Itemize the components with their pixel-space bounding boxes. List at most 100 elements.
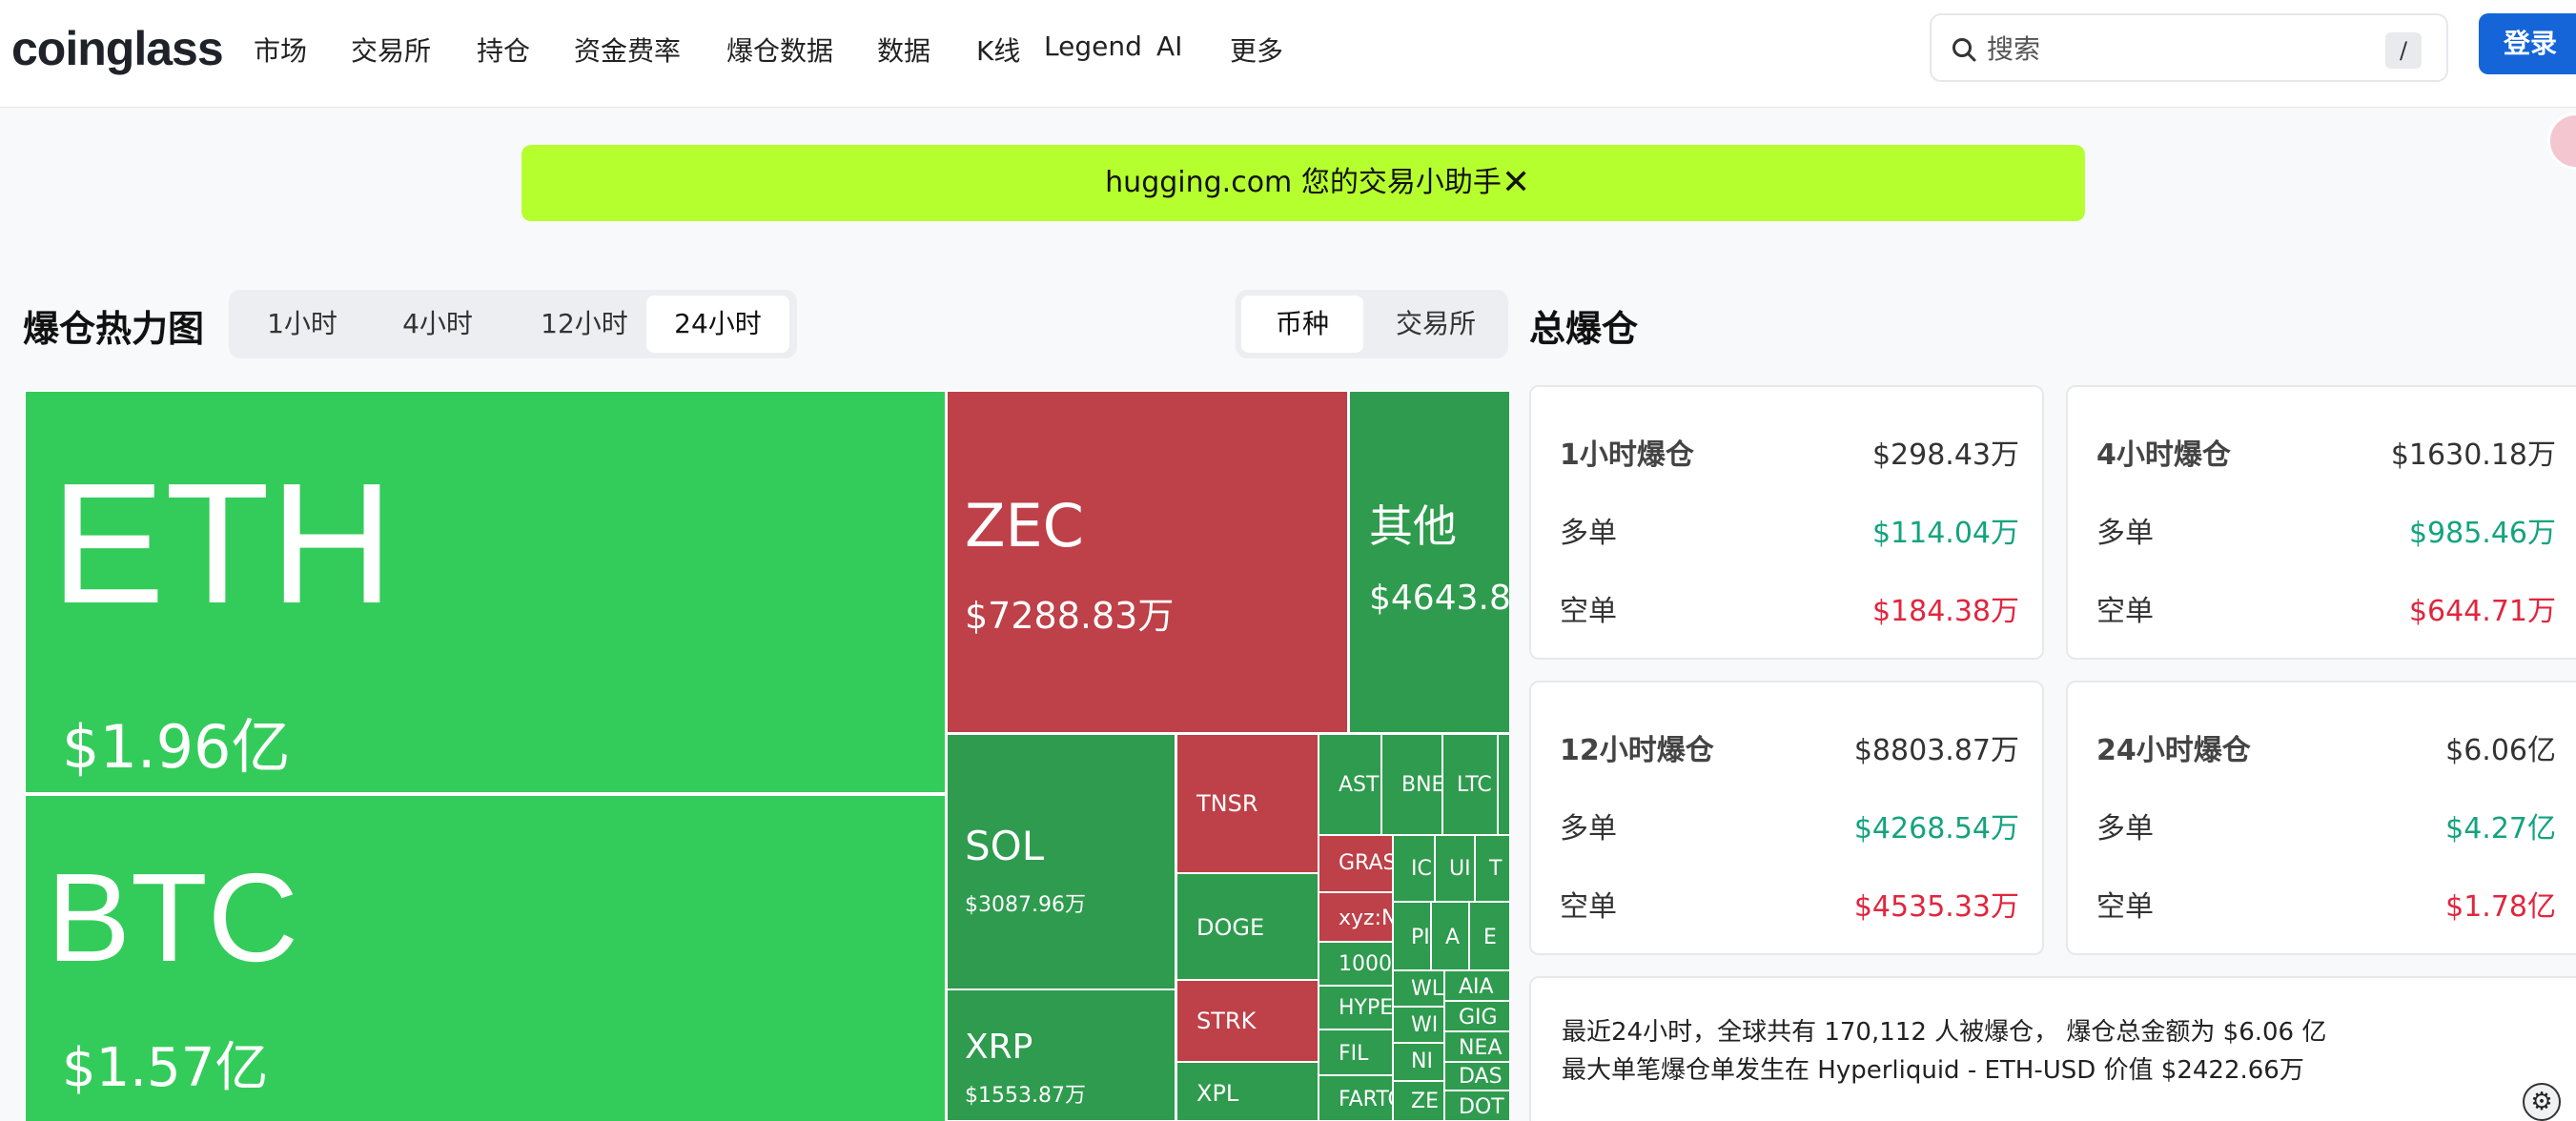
banner-text: hugging.com 您的交易小助手	[1105, 166, 1502, 199]
stat-card-4h: 4小时爆仓 $1630.18万 多单 $985.46万 空单 $644.71万	[2066, 385, 2576, 660]
tab-1h[interactable]: 1小时	[246, 296, 358, 353]
short-label: 空单	[1560, 890, 1617, 924]
nav-item-ai[interactable]: AI	[1156, 31, 1182, 62]
stat-card-12h: 12小时爆仓 $8803.87万 多单 $4268.54万 空单 $4535.33万	[1529, 681, 2044, 955]
nav-item-data[interactable]: 数据	[877, 31, 930, 69]
treemap-tile-small[interactable]	[1497, 733, 1509, 836]
nav-item-kline[interactable]: K线	[976, 31, 1020, 69]
stat-card-total: $6.06亿	[2445, 734, 2556, 767]
long-value: $4268.54万	[1853, 812, 2019, 846]
tile-symbol: HYPE	[1339, 996, 1394, 1020]
tile-symbol: NI	[1411, 1050, 1433, 1073]
treemap-tile-zec[interactable]: ZEC $7288.83万	[946, 390, 1349, 734]
treemap-tile-das[interactable]: DAS	[1443, 1061, 1509, 1091]
tile-symbol: TNSR	[1196, 790, 1258, 817]
treemap-tile-fil[interactable]: FIL	[1318, 1029, 1394, 1076]
long-label: 多单	[1560, 812, 1617, 846]
tile-symbol: DOT	[1459, 1095, 1504, 1119]
treemap-tile-e[interactable]: E	[1468, 901, 1509, 971]
treemap-tile-xrp[interactable]: XRP $1553.87万	[946, 989, 1176, 1121]
group-by-tabs: 币种 交易所	[1236, 290, 1508, 358]
treemap-tile-eth[interactable]: ETH $1.96亿	[24, 390, 947, 794]
tile-symbol: E	[1483, 926, 1497, 949]
treemap-tile-ltc[interactable]: LTC	[1441, 733, 1499, 836]
time-range-tabs: 1小时 4小时 12小时 24小时	[229, 290, 797, 358]
tile-value: $4643.80	[1369, 579, 1509, 618]
long-value: $114.04万	[1871, 517, 2019, 550]
stat-card-label: 24小时爆仓	[2096, 734, 2251, 767]
tab-12h[interactable]: 12小时	[513, 296, 656, 353]
treemap-tile-tnsr[interactable]: TNSR	[1176, 733, 1319, 874]
tile-symbol: GIG	[1459, 1006, 1498, 1029]
treemap-tile-ui[interactable]: UI	[1434, 834, 1476, 903]
tab-24h[interactable]: 24小时	[646, 296, 789, 353]
tile-symbol: AST	[1339, 773, 1380, 797]
short-value: $4535.33万	[1853, 890, 2019, 924]
tile-value: $1553.87万	[965, 1084, 1086, 1108]
promo-banner[interactable]: hugging.com 您的交易小助手 ✕	[521, 145, 2085, 221]
treemap-tile-ic[interactable]: IC	[1392, 834, 1436, 903]
search-input[interactable]	[1987, 29, 2349, 69]
treemap-tile-others[interactable]: 其他 $4643.80	[1348, 390, 1509, 734]
treemap-tile-a[interactable]: A	[1430, 901, 1470, 971]
treemap-tile-gras[interactable]: GRAS	[1318, 834, 1394, 893]
tile-symbol: WI	[1411, 1013, 1439, 1037]
nav-item-funding-rate[interactable]: 资金费率	[574, 31, 681, 69]
short-value: $184.38万	[1871, 595, 2019, 628]
tile-value: $1.96亿	[62, 712, 291, 782]
treemap-tile-xyz[interactable]: xyz:N	[1318, 891, 1394, 943]
banner-close-icon[interactable]: ✕	[1502, 145, 1530, 221]
tab-coin[interactable]: 币种	[1241, 296, 1363, 353]
stat-card-label: 4小时爆仓	[2096, 438, 2231, 472]
treemap-tile-sol[interactable]: SOL $3087.96万	[946, 733, 1176, 990]
treemap-tile-1000f[interactable]: 1000F	[1318, 941, 1394, 987]
stat-card-total: $298.43万	[1871, 438, 2019, 472]
floating-assistant-avatar[interactable]	[2547, 112, 2576, 170]
short-value: $644.71万	[2408, 595, 2556, 628]
treemap-tile-dot[interactable]: DOT	[1443, 1090, 1509, 1121]
treemap-tile-btc[interactable]: BTC $1.57亿	[24, 794, 947, 1121]
treemap-tile-ni[interactable]: NI	[1392, 1042, 1445, 1082]
tile-symbol: XPL	[1196, 1080, 1239, 1107]
tile-symbol: NEA	[1459, 1036, 1503, 1060]
treemap-tile-bne[interactable]: BNE	[1380, 733, 1443, 836]
tab-exchange[interactable]: 交易所	[1369, 296, 1503, 353]
liquidation-treemap: ETH $1.96亿 BTC $1.57亿 ZEC $7288.83万 其他 $…	[24, 390, 1509, 1121]
long-label: 多单	[2096, 812, 2154, 846]
tile-symbol: BTC	[47, 847, 298, 988]
treemap-tile-pi[interactable]: PI	[1392, 901, 1432, 971]
nav-item-market[interactable]: 市场	[254, 31, 307, 69]
nav-item-exchanges[interactable]: 交易所	[351, 31, 431, 69]
nav-item-open-interest[interactable]: 持仓	[477, 31, 530, 69]
nav-item-liquidations[interactable]: 爆仓数据	[726, 31, 833, 69]
settings-gear-icon[interactable]: ⚙	[2523, 1083, 2561, 1121]
search-box[interactable]: /	[1930, 13, 2448, 82]
treemap-tile-gig[interactable]: GIG	[1443, 1000, 1509, 1032]
treemap-tile-hype[interactable]: HYPE	[1318, 985, 1394, 1030]
treemap-tile-wl[interactable]: WL	[1392, 969, 1445, 1008]
treemap-tile-fartc[interactable]: FARTC	[1318, 1074, 1394, 1121]
nav-item-legend[interactable]: Legend	[1044, 31, 1142, 62]
long-value: $4.27亿	[2445, 812, 2556, 846]
tab-4h[interactable]: 4小时	[376, 296, 500, 353]
treemap-tile-xpl[interactable]: XPL	[1176, 1061, 1319, 1121]
treemap-tile-aia[interactable]: AIA	[1443, 969, 1509, 1002]
tile-symbol: GRAS	[1339, 851, 1394, 875]
treemap-tile-doge[interactable]: DOGE	[1176, 872, 1319, 981]
treemap-tile-ze[interactable]: ZE	[1392, 1080, 1445, 1121]
tile-symbol: xyz:N	[1339, 907, 1394, 930]
tile-symbol: T	[1489, 857, 1503, 881]
treemap-tile-nea[interactable]: NEA	[1443, 1030, 1509, 1063]
total-liquidation-title: 总爆仓	[1529, 308, 1639, 350]
tile-symbol: PI	[1411, 926, 1430, 949]
treemap-tile-ast[interactable]: AST	[1318, 733, 1382, 836]
stat-card-label: 12小时爆仓	[1560, 734, 1714, 767]
search-icon	[1952, 38, 1976, 62]
coinglass-logo[interactable]: coinglass	[11, 21, 224, 76]
stat-card-24h: 24小时爆仓 $6.06亿 多单 $4.27亿 空单 $1.78亿	[2066, 681, 2576, 955]
nav-item-more[interactable]: 更多	[1230, 31, 1283, 69]
login-button[interactable]: 登录	[2479, 13, 2576, 74]
treemap-tile-wi[interactable]: WI	[1392, 1006, 1445, 1044]
treemap-tile-strk[interactable]: STRK	[1176, 979, 1319, 1063]
treemap-tile-t[interactable]: T	[1474, 834, 1509, 903]
